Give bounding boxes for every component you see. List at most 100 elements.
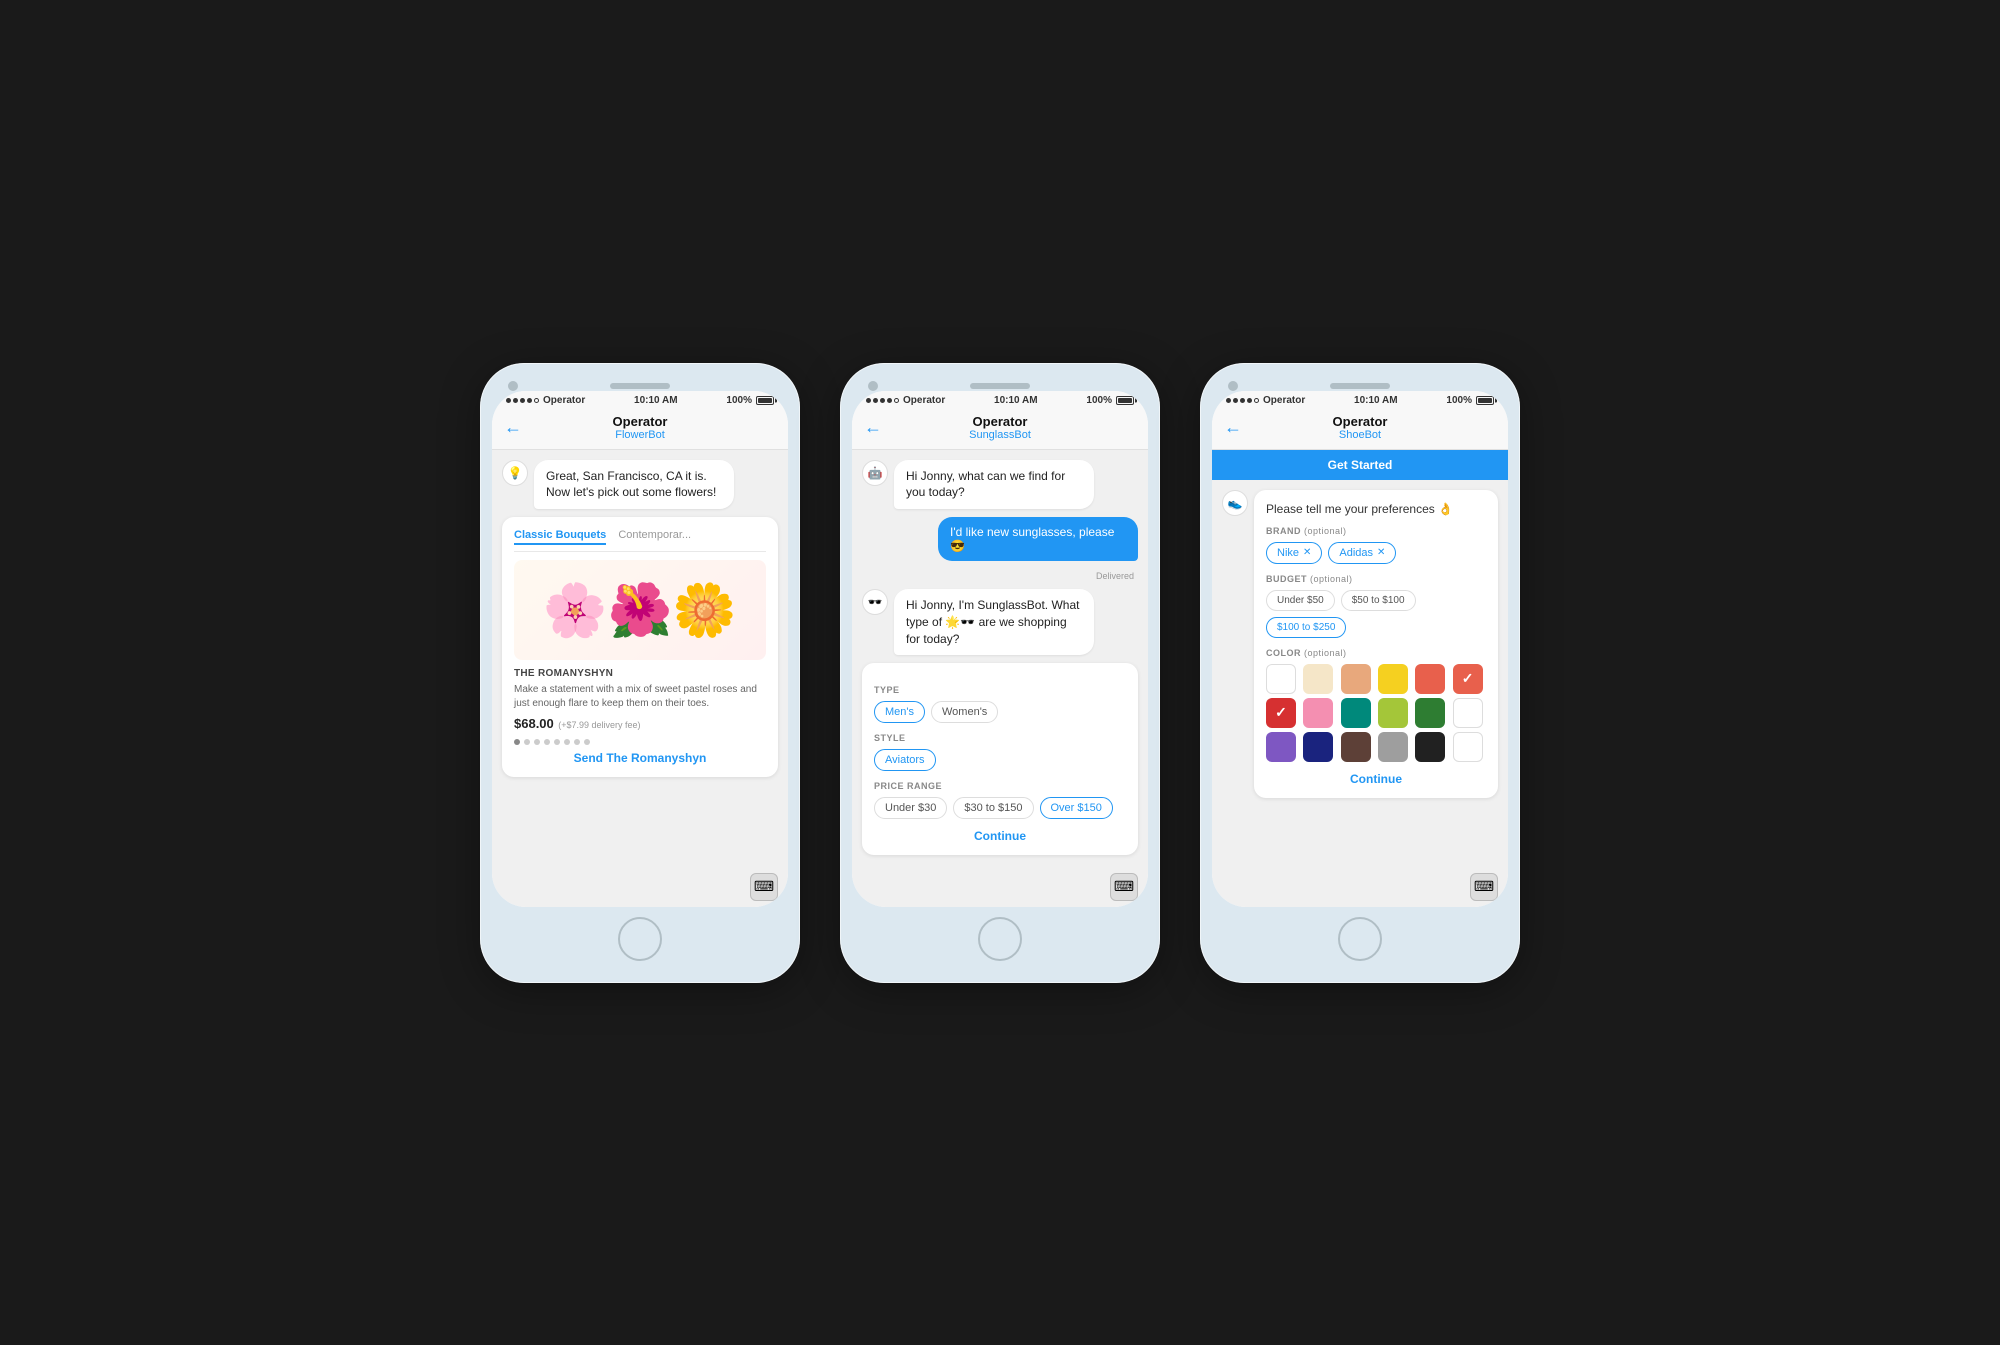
bot-avatar: 🤖 bbox=[862, 460, 888, 486]
nav-title: Operator bbox=[864, 414, 1136, 429]
budget-chips: Under $50 $50 to $100 $100 to $250 bbox=[1266, 590, 1486, 638]
speaker bbox=[1330, 383, 1390, 389]
type-chips: Men's Women's bbox=[874, 701, 1126, 723]
keyboard-row: ⌨ bbox=[1212, 867, 1508, 907]
get-started-button[interactable]: Get Started bbox=[1212, 450, 1508, 480]
carrier-label: Operator bbox=[1263, 395, 1305, 406]
phone-shoebot: Operator 10:10 AM 100% ← Operator ShoeBo… bbox=[1200, 363, 1520, 983]
color-brown[interactable] bbox=[1341, 732, 1371, 762]
bot-avatar-2: 🕶️ bbox=[862, 589, 888, 615]
phone-screen: Operator 10:10 AM 100% ← Operator Sungla… bbox=[852, 391, 1148, 907]
bot-message: 👟 Please tell me your preferences 👌 BRAN… bbox=[1222, 490, 1498, 798]
remove-nike[interactable]: ✕ bbox=[1303, 547, 1311, 558]
color-white[interactable] bbox=[1266, 664, 1296, 694]
time-label: 10:10 AM bbox=[1354, 395, 1398, 406]
keyboard-icon[interactable]: ⌨ bbox=[750, 873, 778, 901]
color-white-3[interactable] bbox=[1453, 732, 1483, 762]
color-lime[interactable] bbox=[1378, 698, 1408, 728]
home-button[interactable] bbox=[618, 917, 662, 961]
nav-title: Operator bbox=[1224, 414, 1496, 429]
sunglass-form: TYPE Men's Women's STYLE Aviators PRICE … bbox=[862, 663, 1138, 855]
color-teal[interactable] bbox=[1341, 698, 1371, 728]
product-name: THE ROMANYSHYN bbox=[514, 668, 766, 679]
chip-mens[interactable]: Men's bbox=[874, 701, 925, 723]
nav-bar: ← Operator ShoeBot bbox=[1212, 408, 1508, 450]
product-price: $68.00 bbox=[514, 716, 554, 731]
style-label: STYLE bbox=[874, 733, 1126, 743]
color-yellow[interactable] bbox=[1378, 664, 1408, 694]
back-button[interactable]: ← bbox=[864, 417, 882, 438]
price-label: PRICE RANGE bbox=[874, 781, 1126, 791]
status-bar: Operator 10:10 AM 100% bbox=[492, 391, 788, 408]
budget-label: BUDGET (optional) bbox=[1266, 574, 1486, 584]
tag-nike[interactable]: Nike ✕ bbox=[1266, 542, 1322, 564]
battery-label: 100% bbox=[1446, 395, 1472, 406]
color-pink[interactable] bbox=[1303, 698, 1333, 728]
chip-womens[interactable]: Women's bbox=[931, 701, 998, 723]
chat-area: 👟 Please tell me your preferences 👌 BRAN… bbox=[1212, 480, 1508, 867]
bot-message-1: 🤖 Hi Jonny, what can we find for you tod… bbox=[862, 460, 1138, 510]
brand-label: BRAND (optional) bbox=[1266, 526, 1486, 536]
form-intro: Please tell me your preferences 👌 bbox=[1266, 502, 1486, 516]
user-bubble: I'd like new sunglasses, please 😎 bbox=[938, 517, 1138, 561]
phone-sunglassbot: Operator 10:10 AM 100% ← Operator Sungla… bbox=[840, 363, 1160, 983]
status-bar: Operator 10:10 AM 100% bbox=[1212, 391, 1508, 408]
color-orange[interactable] bbox=[1415, 664, 1445, 694]
delivered-status: Delivered bbox=[862, 571, 1138, 581]
keyboard-icon[interactable]: ⌨ bbox=[1110, 873, 1138, 901]
chip-under30[interactable]: Under $30 bbox=[874, 797, 947, 819]
home-button[interactable] bbox=[978, 917, 1022, 961]
speaker bbox=[610, 383, 670, 389]
camera-dot bbox=[868, 381, 878, 391]
chip-aviators[interactable]: Aviators bbox=[874, 749, 936, 771]
color-red-selected[interactable] bbox=[1266, 698, 1296, 728]
color-purple[interactable] bbox=[1266, 732, 1296, 762]
color-orange-selected[interactable] bbox=[1453, 664, 1483, 694]
bot-message-2: 🕶️ Hi Jonny, I'm SunglassBot. What type … bbox=[862, 589, 1138, 655]
back-button[interactable]: ← bbox=[504, 417, 522, 438]
tab-contemporary[interactable]: Contemporar... bbox=[618, 529, 691, 545]
color-tan[interactable] bbox=[1341, 664, 1371, 694]
battery-label: 100% bbox=[726, 395, 752, 406]
chip-30to150[interactable]: $30 to $150 bbox=[953, 797, 1033, 819]
color-white-2[interactable] bbox=[1453, 698, 1483, 728]
send-button[interactable]: Send The Romanyshyn bbox=[514, 751, 766, 765]
chip-50to100[interactable]: $50 to $100 bbox=[1341, 590, 1416, 611]
tabs-row: Classic Bouquets Contemporar... bbox=[514, 529, 766, 552]
color-green[interactable] bbox=[1415, 698, 1445, 728]
continue-button[interactable]: Continue bbox=[874, 829, 1126, 843]
bot-avatar: 👟 bbox=[1222, 490, 1248, 516]
camera-dot bbox=[508, 381, 518, 391]
brand-tags: Nike ✕ Adidas ✕ bbox=[1266, 542, 1486, 564]
nav-subtitle: FlowerBot bbox=[504, 429, 776, 441]
color-navy[interactable] bbox=[1303, 732, 1333, 762]
time-label: 10:10 AM bbox=[634, 395, 678, 406]
battery-label: 100% bbox=[1086, 395, 1112, 406]
keyboard-icon[interactable]: ⌨ bbox=[1470, 873, 1498, 901]
color-cream[interactable] bbox=[1303, 664, 1333, 694]
bot-bubble-2: Hi Jonny, I'm SunglassBot. What type of … bbox=[894, 589, 1094, 655]
color-gray[interactable] bbox=[1378, 732, 1408, 762]
scene: Operator 10:10 AM 100% ← Operator Flower… bbox=[420, 303, 1580, 1043]
nav-subtitle: ShoeBot bbox=[1224, 429, 1496, 441]
home-button[interactable] bbox=[1338, 917, 1382, 961]
chat-area: 🤖 Hi Jonny, what can we find for you tod… bbox=[852, 450, 1148, 867]
chip-over150[interactable]: Over $150 bbox=[1040, 797, 1113, 819]
price-chips: Under $30 $30 to $150 Over $150 bbox=[874, 797, 1126, 819]
tab-classic[interactable]: Classic Bouquets bbox=[514, 529, 606, 545]
remove-adidas[interactable]: ✕ bbox=[1377, 547, 1385, 558]
color-black[interactable] bbox=[1415, 732, 1445, 762]
chat-area: 💡 Great, San Francisco, CA it is. Now le… bbox=[492, 450, 788, 867]
style-chips: Aviators bbox=[874, 749, 1126, 771]
carrier-label: Operator bbox=[543, 395, 585, 406]
tag-adidas[interactable]: Adidas ✕ bbox=[1328, 542, 1396, 564]
phone-flowerbot: Operator 10:10 AM 100% ← Operator Flower… bbox=[480, 363, 800, 983]
chip-under50[interactable]: Under $50 bbox=[1266, 590, 1335, 611]
keyboard-row: ⌨ bbox=[492, 867, 788, 907]
chip-100to250[interactable]: $100 to $250 bbox=[1266, 617, 1346, 638]
back-button[interactable]: ← bbox=[1224, 417, 1242, 438]
flower-image: 🌸🌺🌼 bbox=[514, 560, 766, 660]
product-desc: Make a statement with a mix of sweet pas… bbox=[514, 683, 766, 711]
continue-button[interactable]: Continue bbox=[1266, 772, 1486, 786]
bot-bubble: Great, San Francisco, CA it is. Now let'… bbox=[534, 460, 734, 510]
